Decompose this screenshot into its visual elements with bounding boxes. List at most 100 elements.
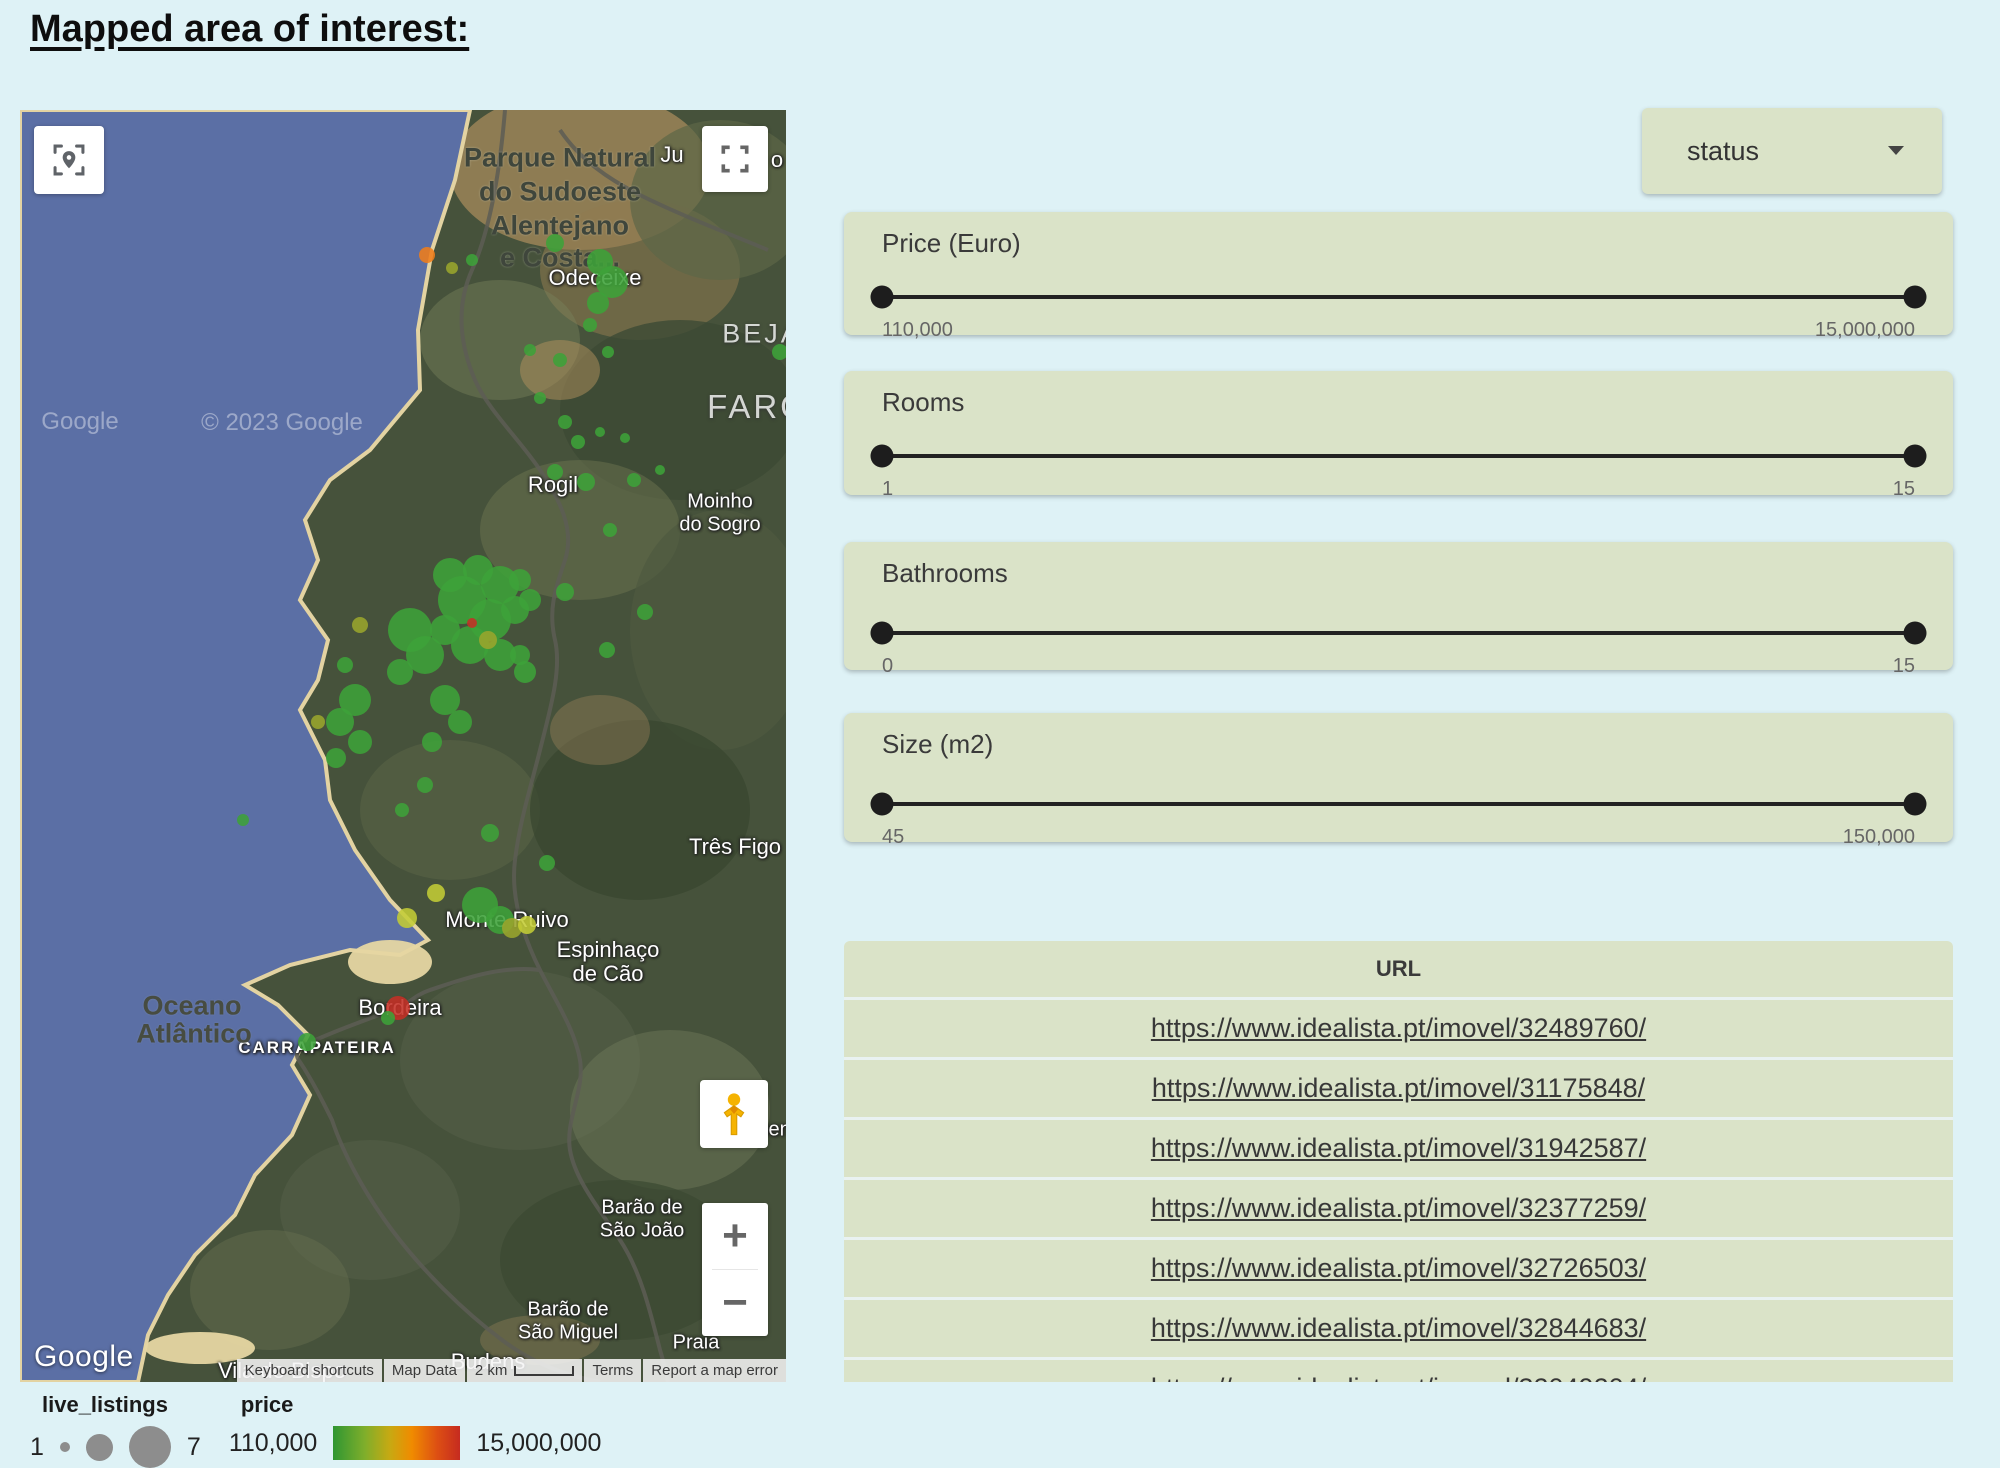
listing-marker[interactable] bbox=[514, 661, 536, 683]
zoom-in-button[interactable]: + bbox=[702, 1203, 768, 1269]
listing-marker[interactable] bbox=[546, 234, 564, 252]
zoom-out-button[interactable]: − bbox=[702, 1270, 768, 1336]
listing-marker[interactable] bbox=[417, 777, 433, 793]
price-slider-handle-min[interactable] bbox=[871, 286, 894, 309]
table-row: https://www.idealista.pt/imovel/31175848… bbox=[844, 1057, 1953, 1117]
listing-link[interactable]: https://www.idealista.pt/imovel/32377259… bbox=[1151, 1193, 1646, 1224]
size-legend-max: 7 bbox=[187, 1433, 201, 1462]
listing-link[interactable]: https://www.idealista.pt/imovel/32049204… bbox=[1151, 1373, 1646, 1382]
listing-marker[interactable] bbox=[448, 710, 472, 734]
locate-area-button[interactable] bbox=[34, 126, 104, 194]
listing-marker[interactable] bbox=[352, 617, 368, 633]
listing-marker[interactable] bbox=[637, 604, 653, 620]
listing-marker[interactable] bbox=[348, 730, 372, 754]
map-markers-layer bbox=[20, 110, 786, 1382]
page-title: Mapped area of interest: bbox=[30, 8, 469, 51]
rooms-filter-label: Rooms bbox=[882, 387, 1915, 418]
bathrooms-slider-handle-max[interactable] bbox=[1904, 622, 1927, 645]
listing-link[interactable]: https://www.idealista.pt/imovel/31942587… bbox=[1151, 1133, 1646, 1164]
report-map-error-link[interactable]: Report a map error bbox=[643, 1359, 786, 1382]
listing-marker[interactable] bbox=[518, 916, 536, 934]
listing-marker[interactable] bbox=[772, 344, 786, 360]
table-row: https://www.idealista.pt/imovel/32726503… bbox=[844, 1237, 1953, 1297]
rooms-filter-panel: Rooms 1 15 bbox=[844, 371, 1953, 495]
listing-marker[interactable] bbox=[446, 262, 458, 274]
listing-marker[interactable] bbox=[466, 254, 478, 266]
size-max-value: 150,000 bbox=[1843, 826, 1915, 849]
listing-marker[interactable] bbox=[553, 353, 567, 367]
color-legend-max: 15,000,000 bbox=[476, 1429, 601, 1458]
scale-segment: 2 km bbox=[467, 1359, 583, 1382]
rooms-slider-handle-max[interactable] bbox=[1904, 445, 1927, 468]
listing-marker[interactable] bbox=[534, 392, 546, 404]
size-slider-track[interactable] bbox=[882, 802, 1915, 806]
color-legend-min: 110,000 bbox=[229, 1429, 318, 1458]
map-canvas[interactable]: Parque Naturaldo SudoesteAlentejanoe Cos… bbox=[20, 110, 786, 1382]
listing-marker[interactable] bbox=[655, 465, 665, 475]
listing-link[interactable]: https://www.idealista.pt/imovel/32726503… bbox=[1151, 1253, 1646, 1284]
listing-marker[interactable] bbox=[395, 803, 409, 817]
bathrooms-filter-panel: Bathrooms 0 15 bbox=[844, 542, 1953, 670]
map-data-link[interactable]: Map Data bbox=[384, 1359, 465, 1382]
listing-marker[interactable] bbox=[524, 344, 536, 356]
listing-marker[interactable] bbox=[539, 855, 555, 871]
listing-marker[interactable] bbox=[558, 415, 572, 429]
listing-marker[interactable] bbox=[387, 659, 413, 685]
size-slider-handle-max[interactable] bbox=[1904, 793, 1927, 816]
listing-marker[interactable] bbox=[326, 708, 354, 736]
listing-marker[interactable] bbox=[397, 908, 417, 928]
listing-marker[interactable] bbox=[587, 292, 609, 314]
status-dropdown[interactable]: status bbox=[1642, 108, 1942, 194]
bathrooms-slider-track[interactable] bbox=[882, 631, 1915, 635]
price-slider-track[interactable] bbox=[882, 295, 1915, 299]
pegman-button[interactable] bbox=[700, 1080, 768, 1148]
color-legend-title: price bbox=[241, 1392, 602, 1418]
listing-marker[interactable] bbox=[430, 685, 460, 715]
listing-marker[interactable] bbox=[583, 318, 597, 332]
listing-marker[interactable] bbox=[602, 346, 614, 358]
table-row: https://www.idealista.pt/imovel/32377259… bbox=[844, 1177, 1953, 1237]
size-circle-large bbox=[129, 1426, 171, 1468]
listing-marker[interactable] bbox=[577, 473, 595, 491]
listing-link[interactable]: https://www.idealista.pt/imovel/31175848… bbox=[1152, 1073, 1645, 1104]
listing-marker[interactable] bbox=[571, 435, 585, 449]
listing-marker[interactable] bbox=[556, 583, 574, 601]
fullscreen-button[interactable] bbox=[702, 126, 768, 192]
size-filter-panel: Size (m2) 45 150,000 bbox=[844, 713, 1953, 842]
rooms-max-value: 15 bbox=[1893, 478, 1915, 501]
price-slider-handle-max[interactable] bbox=[1904, 286, 1927, 309]
listing-marker[interactable] bbox=[311, 715, 325, 729]
rooms-slider-handle-min[interactable] bbox=[871, 445, 894, 468]
table-row: https://www.idealista.pt/imovel/32489760… bbox=[844, 997, 1953, 1057]
listing-marker[interactable] bbox=[519, 589, 541, 611]
listing-marker[interactable] bbox=[237, 814, 249, 826]
pegman-icon bbox=[717, 1092, 751, 1136]
listing-marker[interactable] bbox=[427, 884, 445, 902]
listing-marker[interactable] bbox=[481, 824, 499, 842]
keyboard-shortcuts-link[interactable]: Keyboard shortcuts bbox=[237, 1359, 382, 1382]
listing-marker[interactable] bbox=[479, 631, 497, 649]
listing-marker[interactable] bbox=[595, 427, 605, 437]
listing-marker[interactable] bbox=[467, 618, 477, 628]
size-slider-handle-min[interactable] bbox=[871, 793, 894, 816]
rooms-slider-track[interactable] bbox=[882, 454, 1915, 458]
listing-marker[interactable] bbox=[298, 1033, 316, 1051]
listing-marker[interactable] bbox=[603, 523, 617, 537]
listing-marker[interactable] bbox=[547, 464, 563, 480]
listing-marker[interactable] bbox=[326, 748, 346, 768]
listing-link[interactable]: https://www.idealista.pt/imovel/32489760… bbox=[1151, 1013, 1646, 1044]
bathrooms-min-value: 0 bbox=[882, 655, 893, 678]
listing-marker[interactable] bbox=[381, 1011, 395, 1025]
size-legend-min: 1 bbox=[30, 1433, 44, 1462]
listing-marker[interactable] bbox=[620, 433, 630, 443]
listing-marker[interactable] bbox=[422, 732, 442, 752]
bathrooms-slider-handle-min[interactable] bbox=[871, 622, 894, 645]
listing-marker[interactable] bbox=[599, 642, 615, 658]
listing-marker[interactable] bbox=[509, 569, 531, 591]
listing-marker[interactable] bbox=[627, 473, 641, 487]
listing-link[interactable]: https://www.idealista.pt/imovel/32844683… bbox=[1151, 1313, 1646, 1344]
listing-marker[interactable] bbox=[337, 657, 353, 673]
listing-marker[interactable] bbox=[419, 247, 435, 263]
url-column-header: URL bbox=[844, 941, 1953, 997]
terms-link[interactable]: Terms bbox=[584, 1359, 641, 1382]
